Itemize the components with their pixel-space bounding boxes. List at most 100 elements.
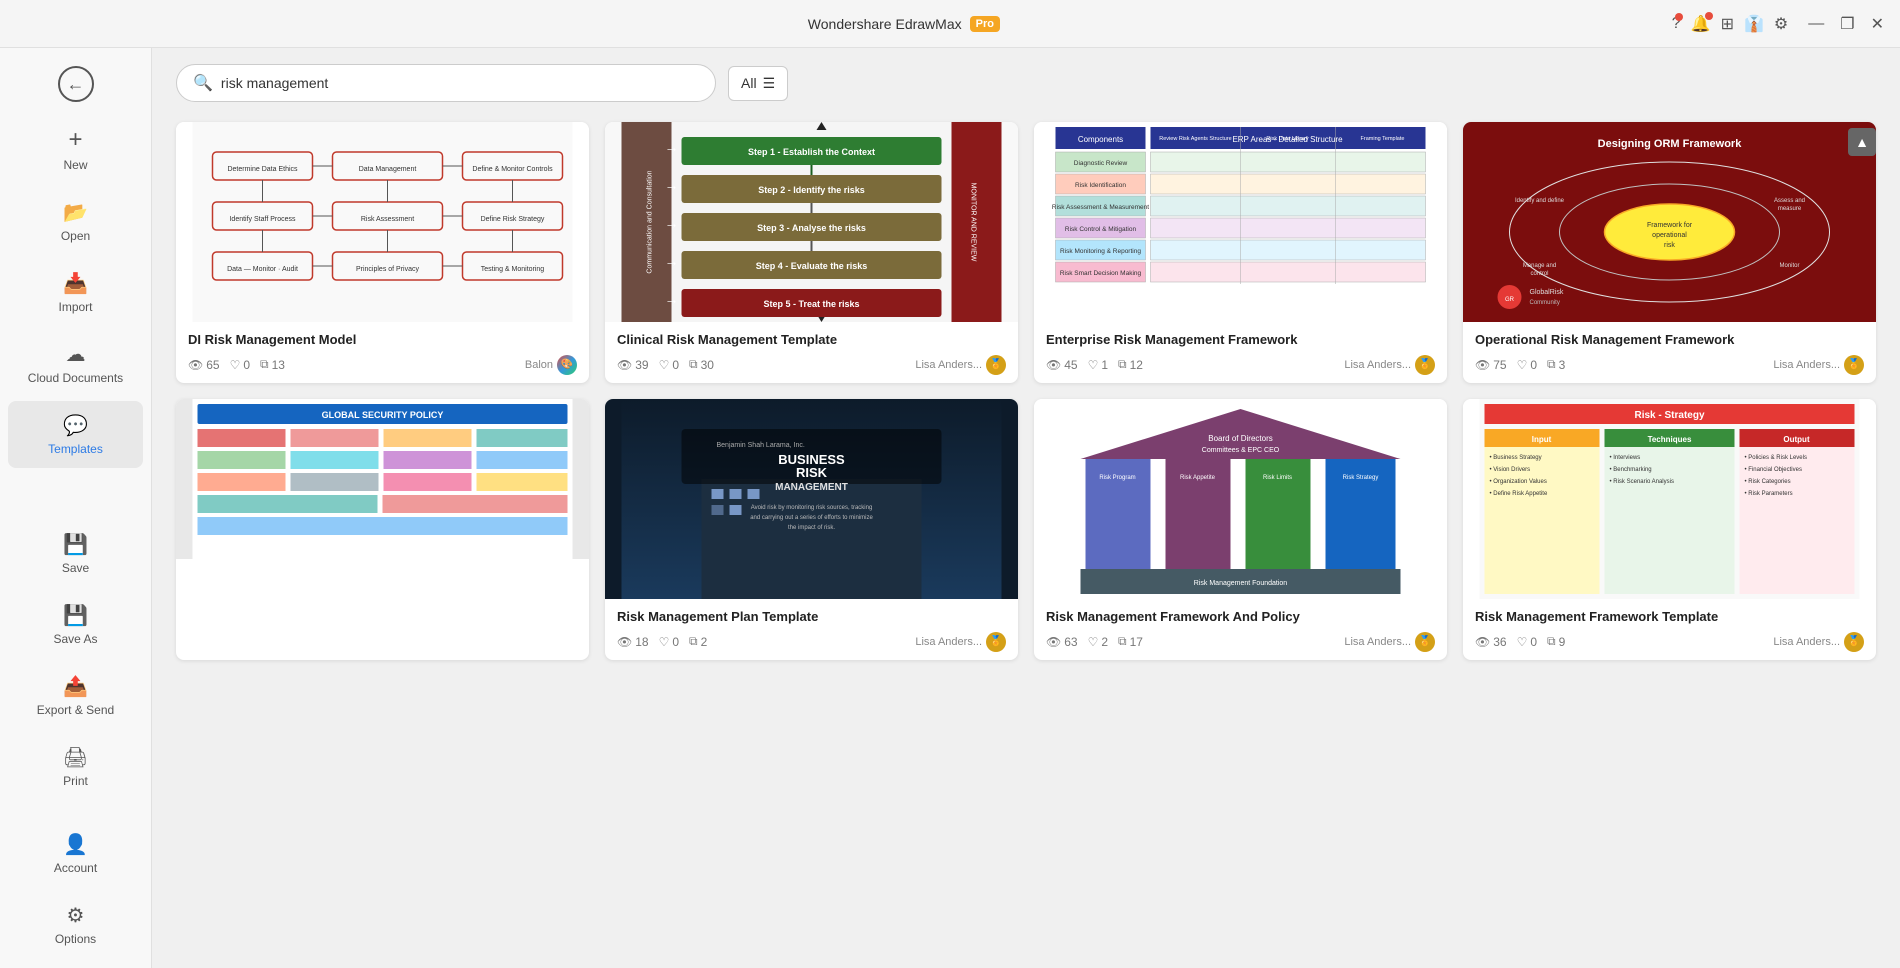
copies-orm: ⧉ 3 xyxy=(1547,357,1565,372)
skin-icon[interactable]: 👔 xyxy=(1744,14,1764,34)
author-rmfp: Lisa Anders... 🏅 xyxy=(1344,632,1435,652)
template-card-clinical[interactable]: Communication and Consultation MONITOR A… xyxy=(605,122,1018,383)
grid-icon[interactable]: ⊞ xyxy=(1721,14,1734,34)
sidebar-item-new[interactable]: + New xyxy=(8,114,143,184)
restore-button[interactable]: ❐ xyxy=(1840,14,1854,34)
svg-text:Risk Limits: Risk Limits xyxy=(1263,475,1292,481)
svg-text:measure: measure xyxy=(1778,206,1802,212)
help-icon[interactable]: ? xyxy=(1672,15,1681,33)
svg-text:Output: Output xyxy=(1783,435,1810,444)
avatar-clinical: 🏅 xyxy=(986,355,1006,375)
window-controls: — ❐ ✕ xyxy=(1808,14,1884,34)
content-area: 🔍 All ☰ ▲ xyxy=(152,48,1900,968)
svg-text:Benjamin Shah Larama, Inc.: Benjamin Shah Larama, Inc. xyxy=(717,442,805,449)
svg-text:Identify and define: Identify and define xyxy=(1515,198,1565,204)
svg-text:Techniques: Techniques xyxy=(1648,435,1692,444)
svg-text:Review Risk Agents Structure: Review Risk Agents Structure xyxy=(1159,136,1231,142)
card-stats-orm: 👁 75 ♡ 0 ⧉ 3 xyxy=(1475,357,1763,372)
views-business-risk: 👁 18 xyxy=(617,634,649,649)
svg-text:Risk Appetite: Risk Appetite xyxy=(1180,475,1216,481)
template-card-business-risk[interactable]: Benjamin Shah Larama, Inc. BUSINESS RISK… xyxy=(605,399,1018,660)
svg-text:• Risk Scenario Analysis: • Risk Scenario Analysis xyxy=(1610,479,1674,485)
views-rmfp: 👁 63 xyxy=(1046,634,1078,649)
templates-icon: 💬 xyxy=(63,413,88,438)
card-info-business-risk: Risk Management Plan Template 👁 18 ♡ 0 ⧉… xyxy=(605,599,1018,660)
author-enterprise: Lisa Anders... 🏅 xyxy=(1344,355,1435,375)
search-input[interactable] xyxy=(221,75,699,91)
views-di-risk: 👁 65 xyxy=(188,357,220,372)
card-image-global-security: GLOBAL SECURITY POLICY xyxy=(176,399,589,559)
notification-icon[interactable]: 🔔 xyxy=(1691,14,1711,34)
content-wrapper: 🔍 All ☰ ▲ xyxy=(152,48,1900,968)
sidebar-item-options[interactable]: ⚙ Options xyxy=(8,891,143,958)
copies-rmfp: ⧉ 17 xyxy=(1118,634,1143,649)
svg-text:Risk Smart Decision Making: Risk Smart Decision Making xyxy=(1060,270,1142,277)
svg-text:Manage and: Manage and xyxy=(1523,263,1556,269)
card-title-enterprise: Enterprise Risk Management Framework xyxy=(1046,332,1435,349)
template-card-di-risk[interactable]: Determine Data Ethics Data Management De… xyxy=(176,122,589,383)
svg-text:Diagnostic Review: Diagnostic Review xyxy=(1074,160,1128,167)
minimize-button[interactable]: — xyxy=(1808,14,1824,34)
search-icon: 🔍 xyxy=(193,73,213,93)
sidebar-item-account[interactable]: 👤 Account xyxy=(8,820,143,887)
template-card-enterprise[interactable]: Components ERP Areas - Detailed Structur… xyxy=(1034,122,1447,383)
svg-text:Risk Assessment: Risk Assessment xyxy=(361,216,414,223)
template-grid: Determine Data Ethics Data Management De… xyxy=(152,114,1900,968)
toolbar-icons: ? 🔔 ⊞ 👔 ⚙ xyxy=(1672,14,1789,34)
back-button[interactable]: ← xyxy=(0,56,151,112)
template-card-orm[interactable]: Designing ORM Framework Framework for op… xyxy=(1463,122,1876,383)
author-business-risk: Lisa Anders... 🏅 xyxy=(915,632,1006,652)
notif-badge xyxy=(1705,12,1713,20)
filter-label: All xyxy=(741,75,757,91)
svg-text:→: → xyxy=(665,177,679,193)
help-badge xyxy=(1675,13,1683,21)
copies-di-risk: ⧉ 13 xyxy=(260,357,285,372)
likes-orm: ♡ 0 xyxy=(1517,357,1537,372)
card-stats-di-risk: 👁 65 ♡ 0 ⧉ 13 xyxy=(188,357,515,372)
sidebar-item-saveas[interactable]: 💾 Save As xyxy=(8,591,143,658)
search-bar[interactable]: 🔍 xyxy=(176,64,716,102)
filter-button[interactable]: All ☰ xyxy=(728,66,788,101)
template-card-rmfp[interactable]: Board of Directors Committees & EPC CEO … xyxy=(1034,399,1447,660)
titlebar: Wondershare EdrawMax Pro ? 🔔 ⊞ 👔 ⚙ — ❐ ✕ xyxy=(0,0,1900,48)
card-info-orm: Operational Risk Management Framework 👁 … xyxy=(1463,322,1876,383)
template-card-global-security[interactable]: GLOBAL SECURITY POLICY xyxy=(176,399,589,660)
avatar-risk-strategy: 🏅 xyxy=(1844,632,1864,652)
sidebar-options-label: Options xyxy=(55,932,96,946)
svg-text:• Financial Objectives: • Financial Objectives xyxy=(1745,467,1802,473)
sidebar-item-import[interactable]: 📥 Import xyxy=(8,259,143,326)
svg-text:• Policies & Risk Levels: • Policies & Risk Levels xyxy=(1745,455,1807,461)
svg-text:MANAGEMENT: MANAGEMENT xyxy=(775,482,848,493)
svg-text:Define & Monitor Controls: Define & Monitor Controls xyxy=(472,166,553,173)
scroll-top-button[interactable]: ▲ xyxy=(1848,128,1876,156)
sidebar-item-save[interactable]: 💾 Save xyxy=(8,520,143,587)
card-info-clinical: Clinical Risk Management Template 👁 39 ♡… xyxy=(605,322,1018,383)
svg-text:the impact of risk.: the impact of risk. xyxy=(788,525,835,531)
card-title-clinical: Clinical Risk Management Template xyxy=(617,332,1006,349)
svg-text:Risk - Strategy: Risk - Strategy xyxy=(1634,410,1704,421)
close-button[interactable]: ✕ xyxy=(1871,14,1884,34)
card-image-clinical: Communication and Consultation MONITOR A… xyxy=(605,122,1018,322)
settings-icon[interactable]: ⚙ xyxy=(1774,14,1788,34)
copies-clinical: ⧉ 30 xyxy=(689,357,714,372)
card-stats-enterprise: 👁 45 ♡ 1 ⧉ 12 xyxy=(1046,357,1334,372)
svg-text:Risk Data Library: Risk Data Library xyxy=(1266,136,1308,142)
sidebar-item-export[interactable]: 📤 Export & Send xyxy=(8,662,143,729)
sidebar-cloud-label: Cloud Documents xyxy=(28,371,123,385)
svg-text:Risk Control & Mitigation: Risk Control & Mitigation xyxy=(1065,226,1137,233)
sidebar-item-cloud[interactable]: ☁ Cloud Documents xyxy=(8,330,143,397)
sidebar-item-templates[interactable]: 💬 Templates xyxy=(8,401,143,468)
copies-business-risk: ⧉ 2 xyxy=(689,634,707,649)
svg-text:Data — Monitor · Audit: Data — Monitor · Audit xyxy=(227,266,298,273)
avatar-di-risk: 🎨 xyxy=(557,355,577,375)
card-title-rmfp: Risk Management Framework And Policy xyxy=(1046,609,1435,626)
svg-text:Monitor: Monitor xyxy=(1779,263,1799,269)
sidebar-item-open[interactable]: 📂 Open xyxy=(8,188,143,255)
titlebar-center: Wondershare EdrawMax Pro xyxy=(808,16,1000,32)
svg-text:• Risk Categories: • Risk Categories xyxy=(1745,479,1791,485)
cloud-icon: ☁ xyxy=(66,342,86,367)
sidebar-item-print[interactable]: 🖨 Print xyxy=(8,733,143,800)
card-title-orm: Operational Risk Management Framework xyxy=(1475,332,1864,349)
svg-text:GR: GR xyxy=(1505,297,1515,303)
template-card-risk-strategy[interactable]: Risk - Strategy Input Techniques Outpu xyxy=(1463,399,1876,660)
